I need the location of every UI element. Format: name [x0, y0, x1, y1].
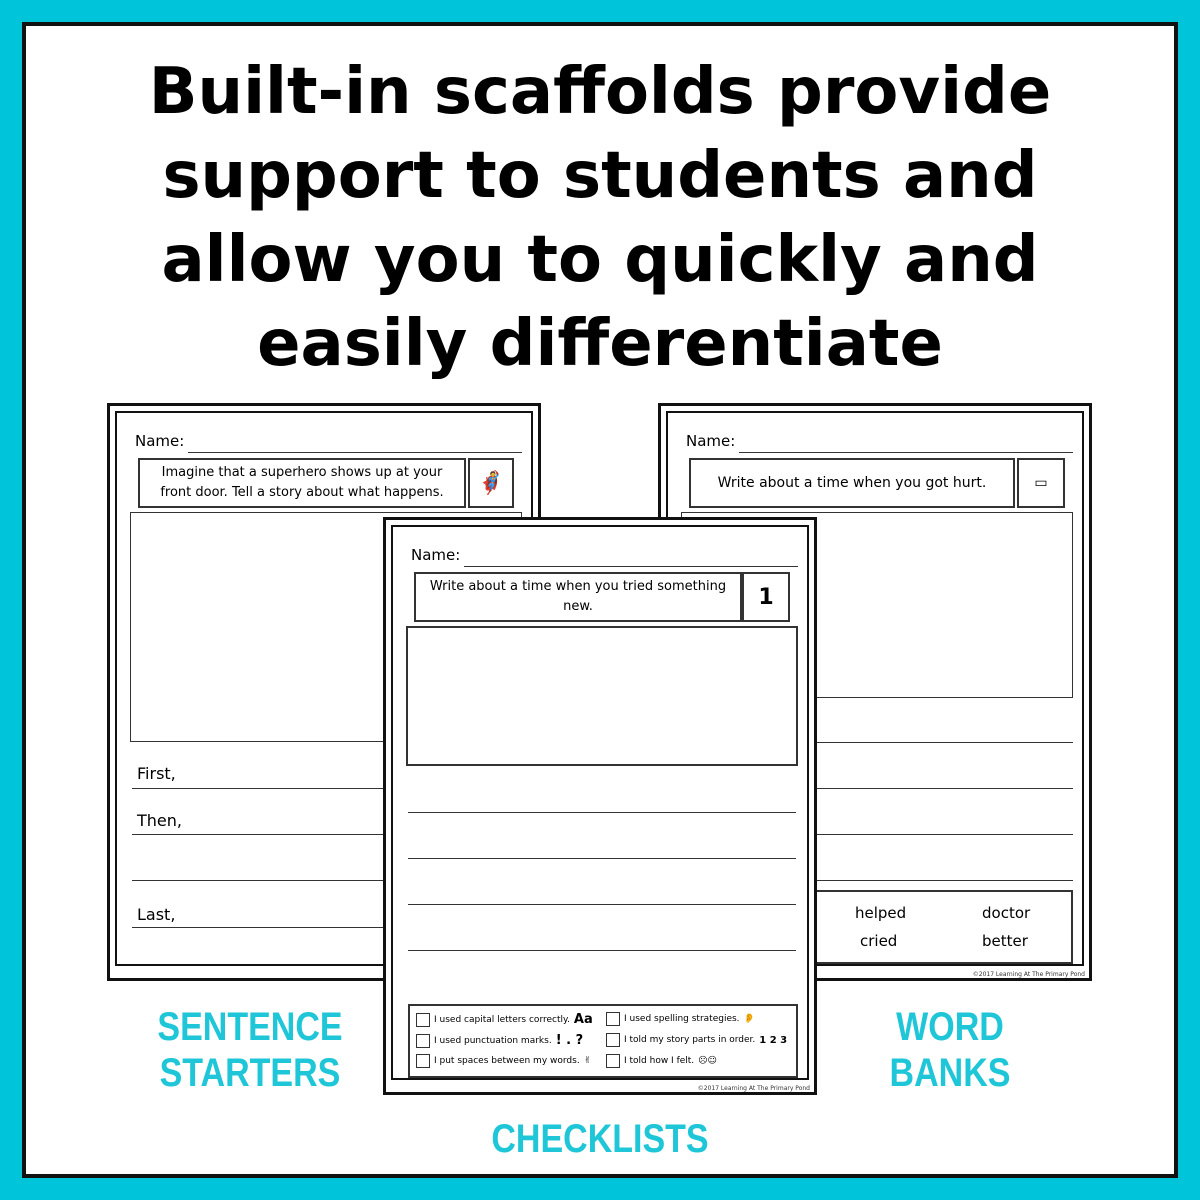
- checkbox[interactable]: [606, 1012, 620, 1026]
- label-checklists: CHECKLISTS: [491, 1117, 709, 1161]
- headline-line: easily differentiate: [257, 307, 943, 381]
- feelings-faces-icon: ☹☺: [698, 1056, 717, 1066]
- headline-line: support to students and: [162, 139, 1038, 213]
- copyright: ©2017 Learning At The Primary Pond: [697, 1085, 810, 1092]
- capital-letters-icon: Aa: [573, 1012, 593, 1027]
- checklist-text: I used capital letters correctly.: [434, 1014, 570, 1025]
- word-bank-word: cried: [860, 932, 898, 950]
- two-finger-icon: ✌: [583, 1056, 592, 1066]
- checklist-text: I used spelling strategies.: [624, 1014, 740, 1024]
- checklist-text: I used punctuation marks.: [434, 1035, 552, 1046]
- headline-line: Built-in scaffolds provide: [148, 55, 1052, 129]
- prompt-box: Write about a time when you got hurt.: [689, 458, 1015, 508]
- name-label: Name:: [686, 432, 736, 450]
- checkbox[interactable]: [416, 1054, 430, 1068]
- label-sentence-starters: SENTENCE STARTERS: [157, 1005, 343, 1095]
- drawing-box: [406, 626, 798, 766]
- checklist-text: I put spaces between my words.: [434, 1056, 580, 1066]
- checkbox[interactable]: [416, 1033, 430, 1048]
- name-line: [739, 452, 1073, 453]
- checklist-item: I used capital letters correctly. Aa: [416, 1012, 593, 1027]
- writing-line: [408, 858, 796, 859]
- starter-then: Then,: [137, 811, 182, 830]
- starter-last: Last,: [137, 905, 176, 924]
- writing-line: [408, 904, 796, 905]
- order-icon: 1 2 3: [759, 1034, 788, 1046]
- superhero-icon: 🦸: [468, 458, 514, 508]
- copyright: ©2017 Learning At The Primary Pond: [972, 971, 1085, 978]
- name-label: Name:: [135, 432, 185, 450]
- writing-line: [408, 950, 796, 951]
- headline: Built-in scaffolds provide support to st…: [0, 50, 1200, 386]
- checklist-text: I told how I felt.: [624, 1056, 695, 1066]
- checkbox[interactable]: [606, 1033, 620, 1047]
- ear-icon: 👂: [743, 1014, 755, 1024]
- checklist-text: I told my story parts in order.: [624, 1035, 756, 1045]
- word-bank-word: doctor: [982, 904, 1031, 922]
- name-line: [188, 452, 522, 453]
- checklist-item: I told my story parts in order. 1 2 3: [606, 1033, 787, 1047]
- word-bank-word: better: [982, 932, 1028, 950]
- number-box: 1: [742, 572, 790, 622]
- name-line: [464, 566, 798, 567]
- prompt-box: Write about a time when you tried someth…: [414, 572, 742, 622]
- bandage-icon: ▭: [1017, 458, 1065, 508]
- checkbox[interactable]: [416, 1012, 430, 1027]
- prompt-box: Imagine that a superhero shows up at you…: [138, 458, 466, 508]
- headline-line: allow you to quickly and: [161, 223, 1039, 297]
- word-bank-word: helped: [855, 904, 907, 922]
- punctuation-icon: ! . ?: [555, 1033, 584, 1048]
- checkbox[interactable]: [606, 1054, 620, 1068]
- name-label: Name:: [411, 546, 461, 564]
- starter-first: First,: [137, 764, 176, 783]
- checklist-item: I used spelling strategies. 👂: [606, 1012, 755, 1026]
- checklist-item: I put spaces between my words. ✌: [416, 1054, 591, 1068]
- checklist-item: I used punctuation marks.! . ?: [416, 1033, 583, 1048]
- checklist-sheet: Name: Write about a time when you tried …: [383, 517, 817, 1095]
- label-word-banks: WORD BANKS: [889, 1005, 1011, 1095]
- checklist-item: I told how I felt. ☹☺: [606, 1054, 717, 1068]
- writing-line: [408, 812, 796, 813]
